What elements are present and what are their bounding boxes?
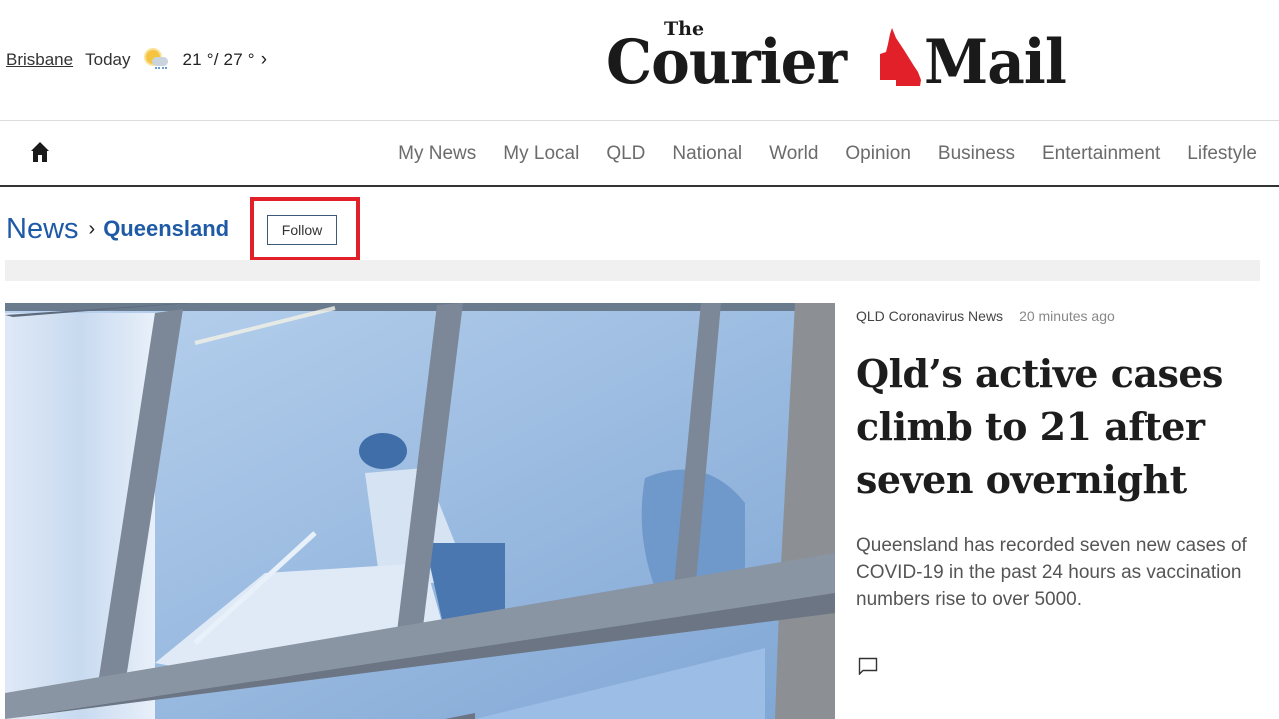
home-icon[interactable]	[30, 141, 50, 163]
nav-item-my-news[interactable]: My News	[398, 143, 476, 165]
nav-item-national[interactable]: National	[672, 143, 742, 165]
nav-item-lifestyle[interactable]: Lifestyle	[1187, 143, 1257, 165]
lead-article: QLD Coronavirus News 20 minutes ago Qld’…	[856, 303, 1266, 675]
site-header: Brisbane Today 21 °/ 27 ° › The Courier …	[0, 0, 1279, 120]
nav-item-my-local[interactable]: My Local	[503, 143, 579, 165]
comment-icon[interactable]	[858, 657, 878, 675]
nav-item-world[interactable]: World	[769, 143, 818, 165]
chevron-right-icon[interactable]: ›	[261, 49, 267, 71]
hero-image[interactable]	[5, 303, 835, 719]
queensland-map-icon	[880, 28, 921, 86]
article-timestamp: 20 minutes ago	[1019, 308, 1115, 324]
ad-placeholder-strip	[5, 260, 1260, 281]
nav-item-entertainment[interactable]: Entertainment	[1042, 143, 1160, 165]
nav-item-opinion[interactable]: Opinion	[845, 143, 911, 165]
logo-mail: Mail	[924, 26, 1067, 98]
logo-courier: Courier	[606, 26, 847, 98]
nav-item-business[interactable]: Business	[938, 143, 1015, 165]
breadcrumb-separator-icon: ›	[88, 217, 96, 240]
partly-cloudy-rain-icon	[144, 48, 170, 72]
nav-item-qld[interactable]: QLD	[606, 143, 645, 165]
follow-button[interactable]: Follow	[267, 215, 337, 245]
article-headline[interactable]: Qld’s active cases climb to 21 after sev…	[856, 347, 1266, 506]
article-category-link[interactable]: QLD Coronavirus News	[856, 308, 1003, 324]
weather-temperatures: 21 °/ 27 °	[182, 50, 255, 69]
article-meta: QLD Coronavirus News 20 minutes ago	[856, 303, 1266, 329]
breadcrumb-news-link[interactable]: News	[6, 213, 79, 246]
nav-list: My News My Local QLD National World Opin…	[371, 121, 1257, 186]
hero-photo-illustration	[5, 303, 835, 719]
courier-mail-logo[interactable]: The Courier Mail	[606, 16, 1086, 98]
weather-widget[interactable]: Brisbane Today 21 °/ 27 ° ›	[6, 46, 267, 74]
article-standfirst: Queensland has recorded seven new cases …	[856, 535, 1247, 610]
weather-day: Today	[85, 50, 131, 69]
breadcrumb: News › Queensland	[6, 208, 229, 250]
weather-city-link[interactable]: Brisbane	[6, 50, 73, 70]
breadcrumb-queensland-link[interactable]: Queensland	[103, 216, 229, 242]
main-nav: My News My Local QLD National World Opin…	[0, 120, 1279, 187]
